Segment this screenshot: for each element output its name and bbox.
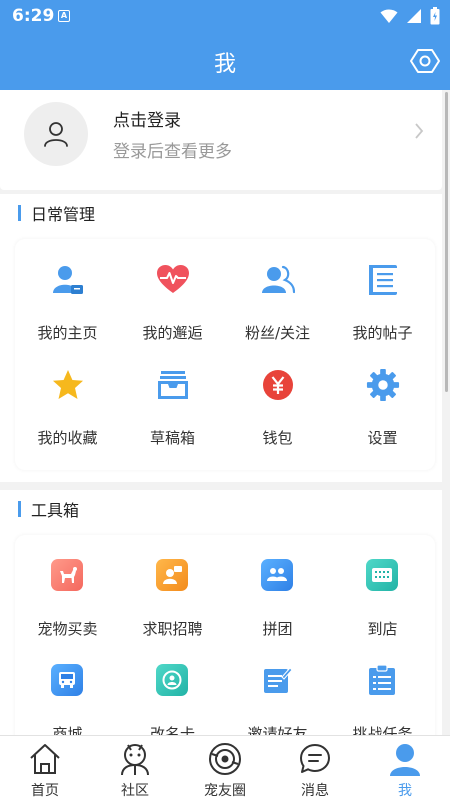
grid-label: 宠物买卖 (37, 620, 98, 638)
rename-card-icon (156, 664, 188, 696)
daily-section-header: 日常管理 (0, 194, 442, 229)
settings-button[interactable] (410, 46, 440, 76)
grid-item-fans-follow[interactable]: 粉丝/关注 (225, 239, 330, 342)
grid-item-my-homepage[interactable]: 我的主页 (15, 239, 120, 342)
grid-label: 求职招聘 (142, 620, 203, 638)
nav-item-community[interactable]: 社区 (90, 736, 180, 801)
login-card[interactable]: 点击登录 登录后查看更多 (0, 90, 442, 190)
tools-section: 宠物买卖 求职招聘 拼团 到店 商城 改名卡 邀请好友 挑战任务 (0, 525, 442, 735)
grid-label: 拼团 (262, 620, 293, 638)
status-icons (380, 6, 440, 26)
store-icon (366, 559, 398, 591)
status-time: 6:29 (12, 6, 55, 26)
grid-label: 到店 (367, 620, 398, 638)
content-scroll[interactable]: 点击登录 登录后查看更多 日常管理 我的主页 我的邂逅 粉丝/关注 我的帖子 我… (0, 90, 450, 735)
star-icon (51, 368, 85, 402)
daily-section: 我的主页 我的邂逅 粉丝/关注 我的帖子 我的收藏 草稿箱 钱包 设置 (0, 229, 442, 482)
tools-section-header: 工具箱 (0, 490, 442, 525)
tool-item-in-store[interactable]: 到店 (330, 535, 435, 638)
tools-grid: 宠物买卖 求职招聘 拼团 到店 商城 改名卡 邀请好友 挑战任务 (15, 535, 435, 735)
hexagon-settings-icon (410, 49, 440, 73)
grid-label: 我的帖子 (352, 324, 413, 342)
message-icon (300, 744, 330, 773)
tool-item-jobs[interactable]: 求职招聘 (120, 535, 225, 638)
grid-label: 我的收藏 (37, 429, 98, 447)
user-card-icon (51, 263, 85, 297)
nav-label: 宠友圈 (204, 783, 246, 799)
shop-bus-icon (51, 664, 83, 696)
inbox-tray-icon (156, 368, 190, 402)
grid-item-settings[interactable]: 设置 (330, 344, 435, 447)
nav-item-me[interactable]: 我 (360, 736, 450, 801)
nav-label: 消息 (301, 783, 329, 799)
grid-item-my-posts[interactable]: 我的帖子 (330, 239, 435, 342)
scrollbar[interactable] (445, 92, 448, 392)
grid-label: 商城 (52, 725, 83, 735)
grid-item-wallet[interactable]: 钱包 (225, 344, 330, 447)
login-title[interactable]: 点击登录 (113, 106, 181, 131)
nav-label: 首页 (31, 783, 59, 799)
notification-icon: A (58, 10, 70, 22)
grid-label: 我的邂逅 (142, 324, 203, 342)
grid-item-drafts[interactable]: 草稿箱 (120, 344, 225, 447)
tools-section-title: 工具箱 (31, 501, 80, 520)
grid-label: 挑战任务 (352, 725, 413, 735)
grid-label: 改名卡 (149, 725, 195, 735)
grid-label: 我的主页 (37, 324, 98, 342)
battery-icon (430, 7, 440, 25)
tool-item-invite-friends[interactable]: 邀请好友 (225, 640, 330, 735)
avatar[interactable] (24, 102, 88, 166)
app-header: 我 (0, 32, 450, 90)
chevron-right-icon[interactable] (414, 122, 424, 140)
grid-label: 草稿箱 (149, 429, 195, 447)
job-icon (156, 559, 188, 591)
fans-icon (261, 263, 295, 297)
tool-item-pet-trade[interactable]: 宠物买卖 (15, 535, 120, 638)
nav-item-messages[interactable]: 消息 (270, 736, 360, 801)
heart-pulse-icon (156, 263, 190, 297)
tool-item-challenge-tasks[interactable]: 挑战任务 (330, 640, 435, 735)
gear-icon (366, 368, 400, 402)
daily-grid: 我的主页 我的邂逅 粉丝/关注 我的帖子 我的收藏 草稿箱 钱包 设置 (15, 239, 435, 470)
document-list-icon (366, 263, 400, 297)
yen-coin-icon (261, 368, 295, 402)
section-accent-bar (18, 205, 21, 221)
grid-label: 粉丝/关注 (244, 324, 311, 342)
grid-item-my-favorites[interactable]: 我的收藏 (15, 344, 120, 447)
grid-item-my-encounter[interactable]: 我的邂逅 (120, 239, 225, 342)
pet-circle-icon (209, 743, 241, 775)
nav-label: 社区 (121, 783, 149, 799)
tool-item-rename-card[interactable]: 改名卡 (120, 640, 225, 735)
tool-item-mall[interactable]: 商城 (15, 640, 120, 735)
invite-icon (261, 664, 293, 696)
clipboard-task-icon (366, 664, 398, 696)
nav-item-home[interactable]: 首页 (0, 736, 90, 801)
group-buy-icon (261, 559, 293, 591)
wifi-icon (380, 9, 398, 23)
nav-label-active: 我 (398, 783, 412, 799)
grid-label: 设置 (367, 429, 398, 447)
daily-section-title: 日常管理 (31, 205, 96, 224)
user-outline-icon (44, 122, 68, 147)
tool-item-group-buy[interactable]: 拼团 (225, 535, 330, 638)
dog-icon (51, 559, 83, 591)
bottom-nav: 首页 社区 宠友圈 消息 我 (0, 735, 450, 801)
login-subtitle: 登录后查看更多 (113, 142, 232, 162)
grid-label: 邀请好友 (247, 725, 308, 735)
section-accent-bar (18, 501, 21, 517)
home-icon (30, 744, 60, 774)
community-icon (121, 744, 149, 776)
signal-icon (407, 9, 421, 23)
status-bar: 6:29 A (0, 0, 450, 32)
page-title: 我 (213, 52, 236, 77)
nav-item-pet-circle[interactable]: 宠友圈 (180, 736, 270, 801)
grid-label: 钱包 (262, 429, 293, 447)
me-icon (390, 744, 420, 776)
